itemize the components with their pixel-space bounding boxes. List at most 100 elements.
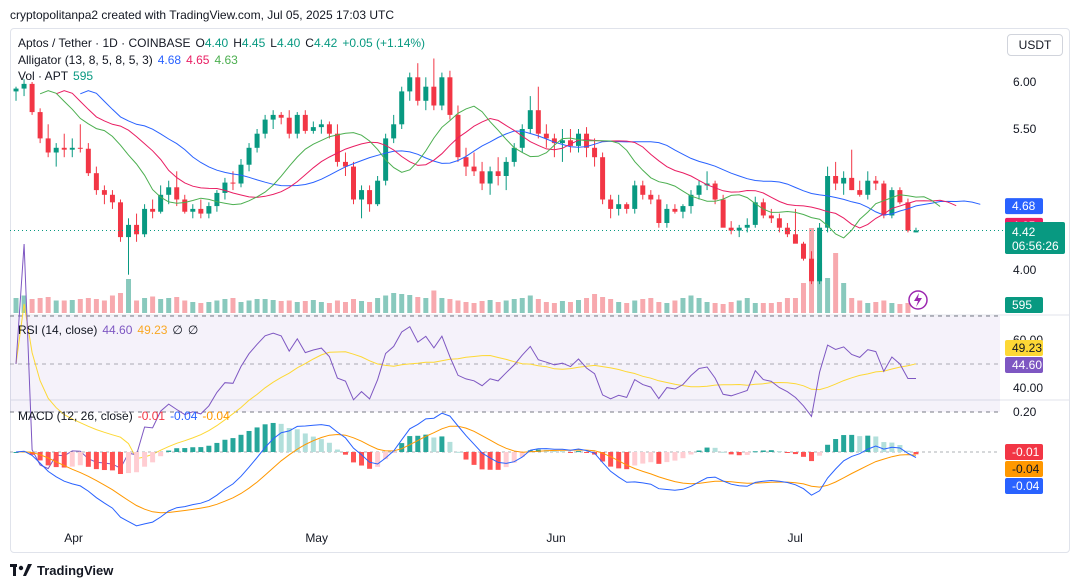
rsi-badge: 44.60 <box>1012 358 1042 372</box>
candle-body <box>45 138 51 153</box>
volume-bar <box>487 300 493 313</box>
rsi-empty-2: ∅ <box>187 323 199 337</box>
volume-bar <box>262 299 268 313</box>
volume-bar <box>680 298 686 313</box>
macd-histogram-bar <box>463 452 469 460</box>
volume-bar <box>576 300 581 313</box>
volume-bar <box>720 304 726 313</box>
alligator-lips-line <box>39 90 941 239</box>
macd-histogram-bar <box>809 452 815 462</box>
macd-histogram-bar <box>913 452 919 455</box>
alligator-lips: 4.63 <box>214 53 238 67</box>
macd-histogram-bar <box>551 450 557 452</box>
volume-bar <box>342 302 348 313</box>
volume-bar <box>527 295 533 313</box>
candle-body <box>463 157 469 167</box>
volume-bar <box>29 299 35 313</box>
volume-bar <box>624 303 630 313</box>
candle-body <box>198 208 204 214</box>
macd-axis-tick: 0.20 <box>1013 405 1037 419</box>
volume-bar <box>439 298 445 313</box>
volume-bar <box>415 297 421 313</box>
volume-bar <box>616 302 622 313</box>
macd-histogram-bar <box>439 436 445 452</box>
currency-button[interactable]: USDT <box>1007 34 1063 56</box>
macd-histogram-bar <box>696 450 702 452</box>
candle-body <box>744 224 750 228</box>
candle-body <box>857 190 863 195</box>
macd-histogram-bar <box>85 452 91 467</box>
volume-bar <box>294 302 300 313</box>
candle-body <box>439 77 445 106</box>
macd-histogram-bar <box>53 452 59 468</box>
chart-canvas[interactable]: 6.005.504.504.0060.0040.000.20AprMayJunJ… <box>0 0 1080 588</box>
macd-histogram-bar <box>230 438 236 452</box>
macd-histogram-bar <box>784 452 790 453</box>
volume-bar <box>800 283 806 313</box>
volume-bar <box>326 303 332 313</box>
candle-body <box>21 83 27 89</box>
candle-body <box>752 202 758 225</box>
volume-bar <box>158 299 164 313</box>
macd-histogram-bar <box>720 451 726 453</box>
candle-body <box>640 185 646 195</box>
macd-histogram-bar <box>182 448 188 452</box>
macd-histogram-bar <box>190 447 196 452</box>
candle-body <box>286 117 292 134</box>
macd-line-value: -0.04 <box>170 409 198 423</box>
volume-bar <box>648 298 654 313</box>
macd-histogram-bar <box>166 450 172 452</box>
time-axis-label: Jul <box>787 531 802 545</box>
volume-bar <box>61 300 67 313</box>
rsi-legend: RSI (14, close) 44.60 49.23 ∅ ∅ <box>18 323 203 337</box>
volume-bar <box>519 298 525 313</box>
macd-histogram-bar <box>214 442 220 452</box>
candle-body <box>712 183 718 200</box>
symbol-legend: Aptos / Tether · 1D · COINBASE O4.40 H4.45… <box>18 36 430 50</box>
candle-body <box>849 177 855 191</box>
volume-bar <box>503 300 509 313</box>
macd-histogram-bar <box>278 423 284 452</box>
candle-body <box>69 147 75 150</box>
macd-histogram-bar <box>567 452 573 453</box>
macd-histogram-bar <box>174 448 180 452</box>
volume-bar <box>238 302 244 313</box>
volume-bar <box>833 253 839 313</box>
candle-body <box>608 199 614 209</box>
macd-histogram-bar <box>776 451 782 453</box>
volume-bar <box>302 301 308 313</box>
ohlc-high-label: H <box>233 36 242 50</box>
volume-bar <box>656 302 662 313</box>
candle-body <box>302 114 308 131</box>
volume-bar <box>230 298 236 313</box>
volume-bar <box>101 300 107 313</box>
macd-histogram-bar <box>608 452 614 467</box>
macd-histogram-bar <box>752 451 758 453</box>
volume-bar <box>889 303 895 313</box>
symbol-name: Aptos / Tether · 1D · COINBASE <box>18 36 191 50</box>
volume-bar <box>399 294 405 313</box>
macd-histogram-bar <box>712 447 718 452</box>
candle-body <box>776 218 782 228</box>
candle-body <box>696 185 702 195</box>
macd-histogram-bar <box>318 439 324 452</box>
ohlc-high: 4.45 <box>241 36 266 50</box>
macd-histogram-bar <box>455 451 461 453</box>
macd-histogram-bar <box>792 452 798 455</box>
macd-histogram-bar <box>69 452 75 467</box>
macd-histogram-bar <box>857 436 863 452</box>
candle-body <box>294 114 300 134</box>
ohlc-change: +0.05 (+1.14%) <box>342 36 426 50</box>
candle-body <box>85 148 91 174</box>
candle-body <box>206 206 212 214</box>
candle-body <box>471 166 477 172</box>
candle-body <box>664 208 670 223</box>
candle-body <box>632 185 638 209</box>
ohlc-open-label: O <box>195 36 205 50</box>
macd-histogram-bar <box>656 452 662 464</box>
candle-body <box>809 258 815 282</box>
macd-histogram-bar <box>142 452 148 467</box>
volume-value: 595 <box>73 69 94 83</box>
macd-histogram-bar <box>109 452 115 471</box>
macd-histogram-bar <box>77 452 83 466</box>
